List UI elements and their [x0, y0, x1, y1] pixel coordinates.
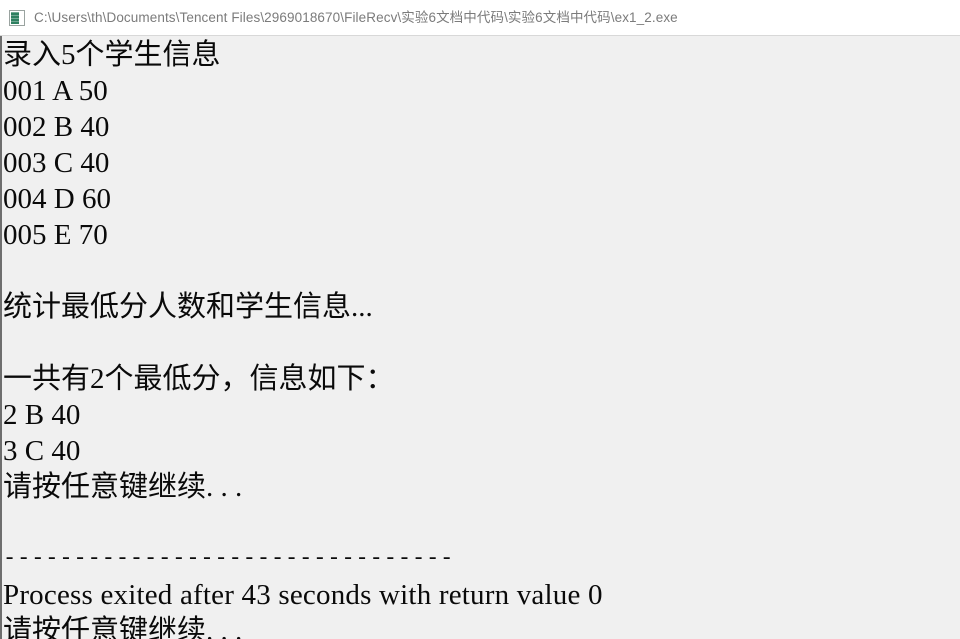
console-line-spacer-1: [3, 253, 960, 289]
console-line-process-exit: Process exited after 43 seconds with ret…: [3, 579, 603, 611]
console-line-heading-stats: 统计最低分人数和学生信息...: [3, 291, 373, 323]
console-window-icon-scanlines: [11, 11, 19, 24]
console-line-result-summary: 一共有2个最低分，信息如下：: [3, 363, 395, 395]
console-window-icon: [9, 9, 25, 26]
console-line-separator: --------------------------------: [3, 546, 455, 571]
console-line-student-row-4: 004 D 60: [3, 183, 111, 215]
console-line-student-row-2: 002 B 40: [3, 111, 110, 143]
console-output-lines: 录入5个学生信息 001 A 50 002 B 40 003 C 40 004 …: [2, 36, 960, 639]
console-line-student-row-5: 005 E 70: [3, 219, 108, 251]
console-line-lowest-row-2: 3 C 40: [3, 435, 81, 467]
console-line-press-any-key-1: 请按任意键继续. . .: [3, 471, 243, 503]
console-line-heading-input: 录入5个学生信息: [3, 39, 221, 71]
window-title: C:\Users\th\Documents\Tencent Files\2969…: [34, 9, 678, 25]
console-line-lowest-row-1: 2 B 40: [3, 399, 81, 431]
console-line-student-row-3: 003 C 40: [3, 147, 110, 179]
console-line-press-any-key-2: 请按任意键继续. . .: [3, 615, 243, 639]
console-window: C:\Users\th\Documents\Tencent Files\2969…: [0, 0, 960, 639]
console-output-area[interactable]: 录入5个学生信息 001 A 50 002 B 40 003 C 40 004 …: [0, 36, 960, 639]
console-line-spacer-2: [3, 325, 960, 361]
window-titlebar[interactable]: C:\Users\th\Documents\Tencent Files\2969…: [0, 0, 960, 36]
console-line-spacer-3: [3, 505, 960, 541]
console-line-student-row-1: 001 A 50: [3, 75, 108, 107]
